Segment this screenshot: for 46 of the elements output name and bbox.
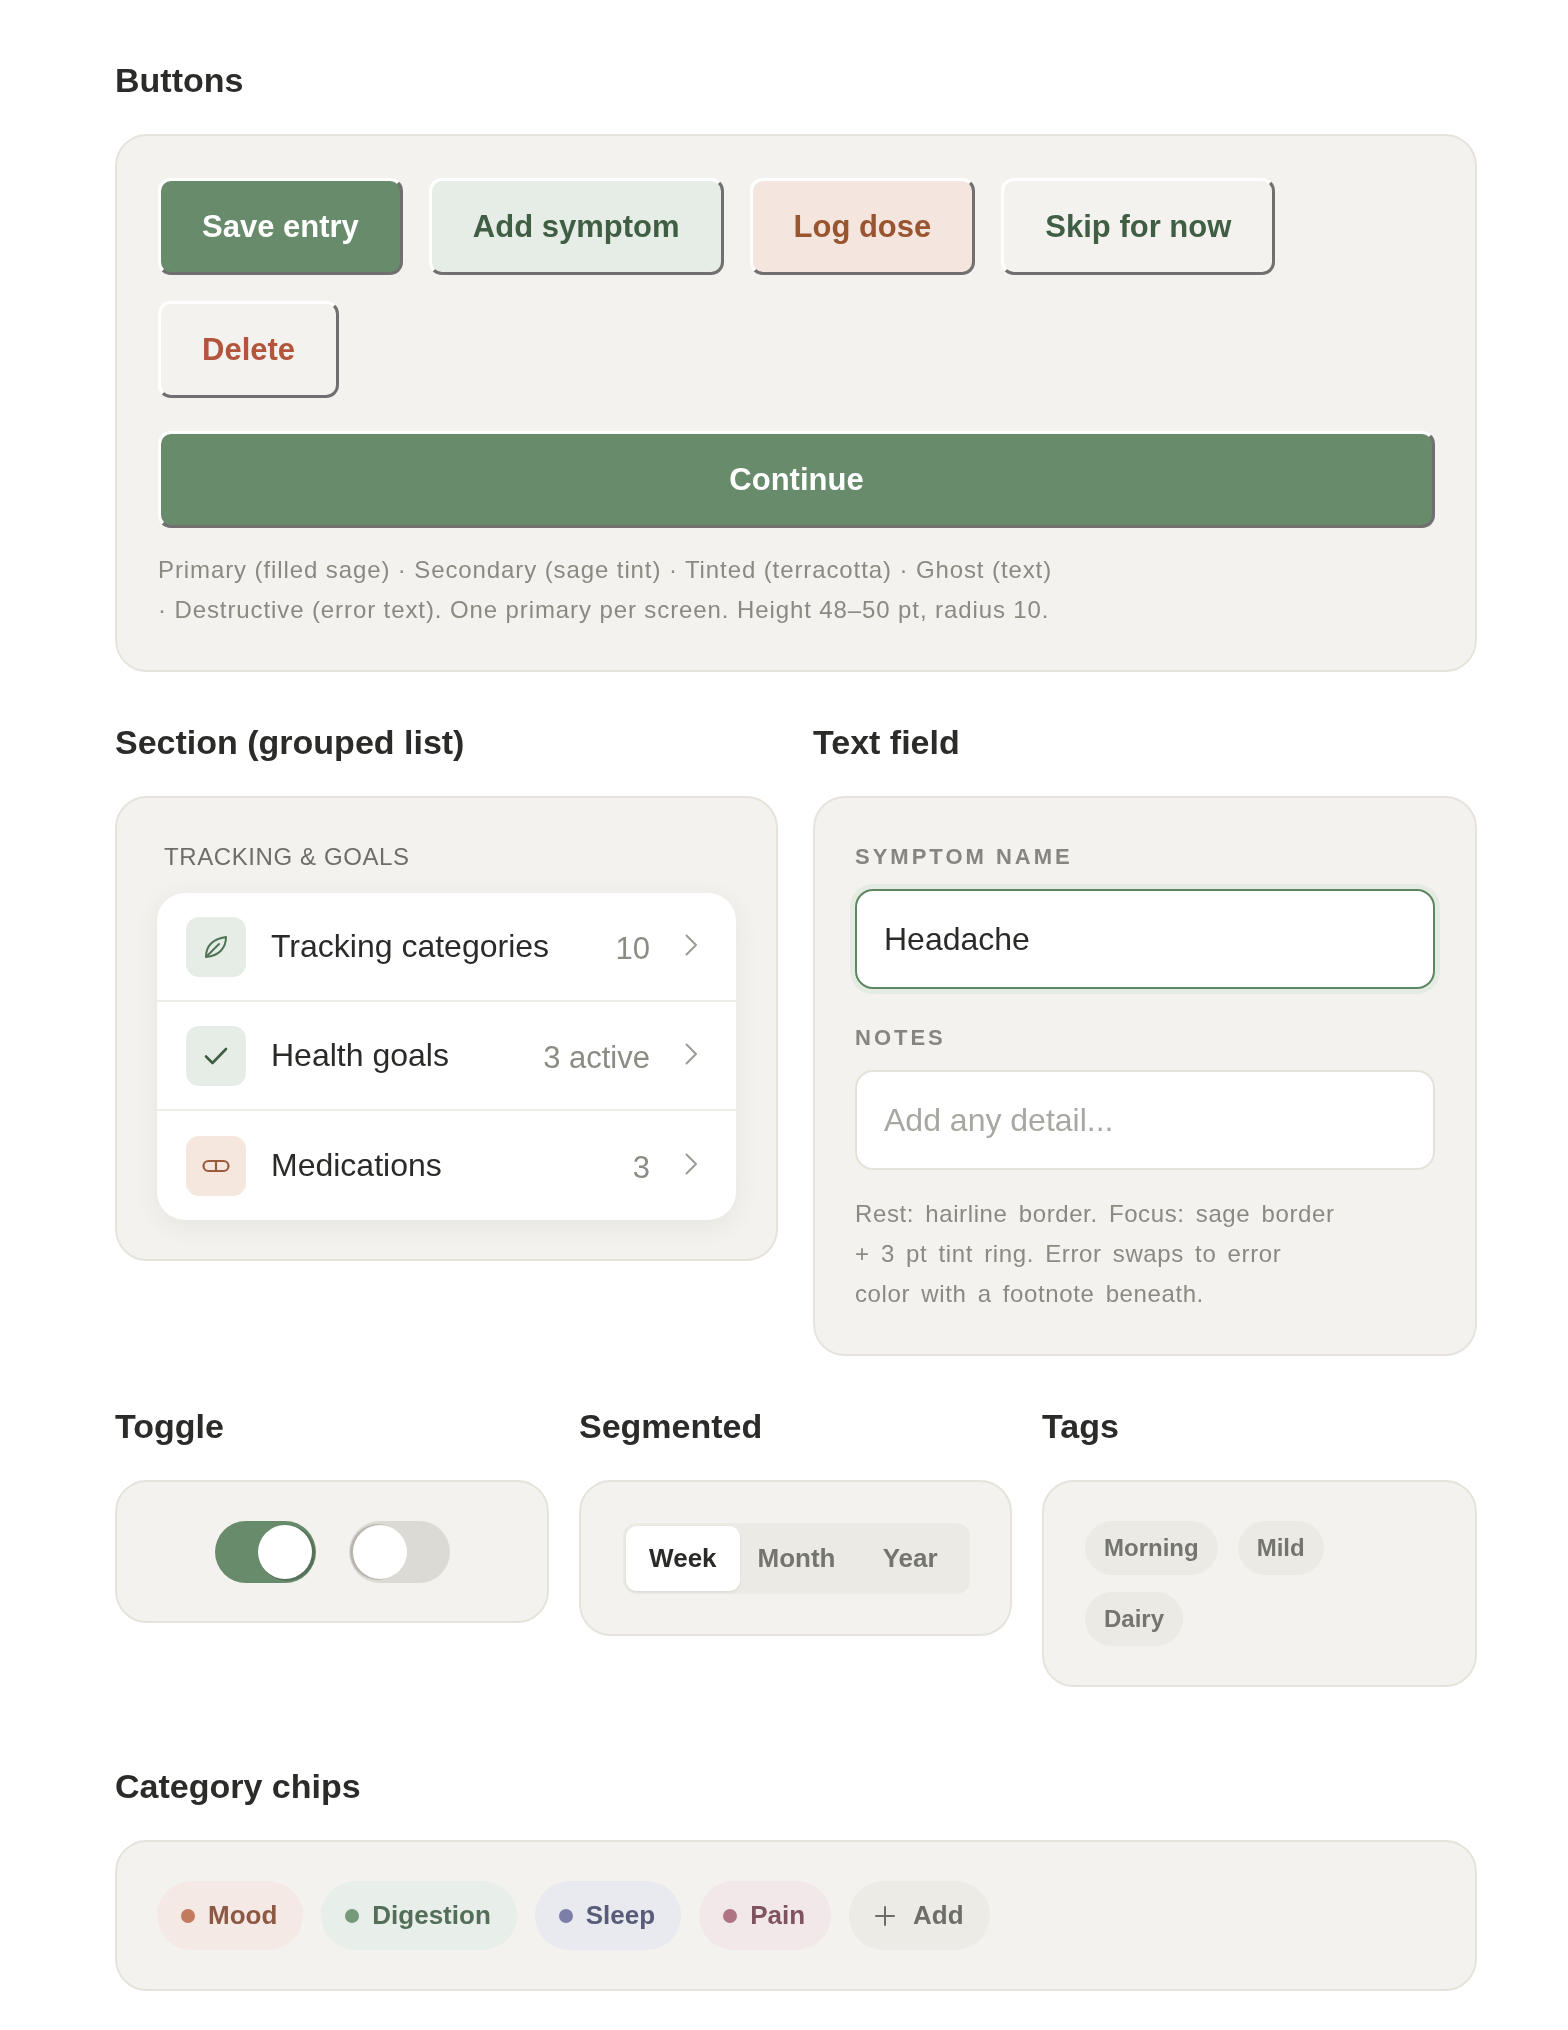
row-value: 10	[615, 930, 650, 967]
full-width-button[interactable]: Continue	[158, 431, 1435, 528]
text-input[interactable]: Add any detail...	[855, 1070, 1435, 1170]
category-chip[interactable]: Digestion	[321, 1881, 517, 1950]
chevron-right-icon	[685, 1042, 698, 1065]
segment-tab[interactable]: Year	[853, 1526, 967, 1591]
tag-chip[interactable]: Mild	[1237, 1521, 1324, 1575]
ghost-button[interactable]: Skip for now	[1001, 178, 1276, 275]
group-header: TRACKING & GOALS	[164, 842, 411, 872]
field-label: SYMPTOM NAME	[855, 843, 1074, 871]
chevron-right-icon	[685, 1152, 698, 1175]
field-label: NOTES	[855, 1024, 947, 1052]
list-row[interactable]: Medications 3	[157, 1111, 736, 1220]
tag-chip[interactable]: Dairy	[1085, 1592, 1184, 1646]
tag-chip[interactable]: Morning	[1085, 1521, 1218, 1575]
section-title: Text field	[813, 722, 961, 762]
list-row[interactable]: Tracking categories 10	[157, 893, 736, 1002]
section-title: Tags	[1042, 1406, 1120, 1446]
segment-tab[interactable]: Week	[626, 1526, 740, 1591]
section-title: Category chips	[115, 1766, 362, 1806]
section-title: Toggle	[115, 1406, 225, 1446]
row-label: Tracking categories	[271, 928, 551, 965]
chevron-right-icon	[685, 933, 698, 956]
section-title: Segmented	[579, 1406, 764, 1446]
primary-button[interactable]: Save entry	[158, 178, 403, 275]
row-value: 3	[632, 1149, 650, 1186]
destructive-button[interactable]: Delete	[158, 301, 340, 398]
segment-tab[interactable]: Month	[739, 1526, 854, 1591]
caption-text: Rest: hairline border. Focus: sage border + 3 pt tint ring. Error swaps to error color with a footnote beneath.	[855, 1199, 1336, 1309]
leaf-icon	[186, 916, 246, 977]
check-icon	[186, 1025, 246, 1086]
plus-icon	[875, 1905, 896, 1926]
pill-icon	[186, 1135, 246, 1196]
section-title: Buttons	[115, 60, 245, 100]
section-title: Section (grouped list)	[115, 722, 466, 762]
row-label: Health goals	[271, 1037, 450, 1074]
category-chip[interactable]: Mood	[157, 1881, 304, 1950]
add-chip[interactable]: Add	[849, 1881, 990, 1950]
caption-text: Primary (filled sage) · Secondary (sage tint) · Tinted (terracotta) · Ghost (text) · Destructive (error text). One primary per screen. Height 48–50 pt, radius 10.	[158, 555, 1054, 625]
row-value: 3 active	[543, 1039, 650, 1076]
secondary-button[interactable]: Add symptom	[428, 178, 724, 275]
category-chip[interactable]: Sleep	[534, 1881, 682, 1950]
category-chip[interactable]: Pain	[699, 1881, 832, 1950]
row-label: Medications	[271, 1147, 443, 1184]
tinted-button[interactable]: Log dose	[749, 178, 976, 275]
list-row[interactable]: Health goals 3 active	[157, 1002, 736, 1111]
